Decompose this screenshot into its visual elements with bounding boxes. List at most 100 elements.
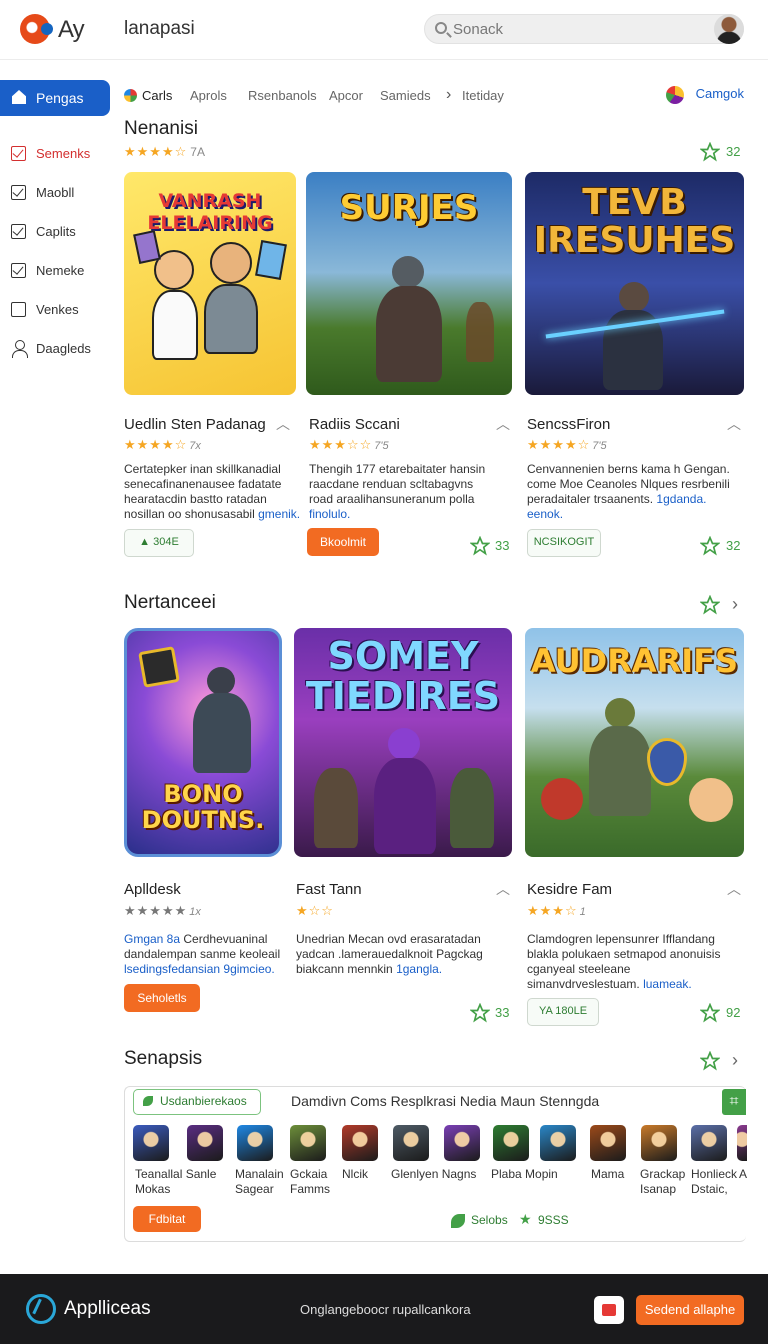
card-link[interactable]: finolulo. bbox=[309, 507, 350, 521]
tab-1[interactable]: Aprols bbox=[190, 88, 227, 103]
rating-text: 7A bbox=[190, 145, 205, 159]
card-link[interactable]: 1gangla. bbox=[396, 962, 442, 976]
card-action-button[interactable]: NCSIKOGIT bbox=[527, 529, 601, 557]
card-title[interactable]: Radiis Sccani bbox=[309, 416, 400, 433]
chevron-up-icon[interactable]: ︿ bbox=[496, 414, 510, 434]
game-icon[interactable] bbox=[737, 1125, 747, 1161]
card-title[interactable]: Uedlin Sten Padanag bbox=[124, 416, 266, 433]
favorite-star-icon[interactable] bbox=[469, 535, 491, 556]
card-action-button[interactable]: ▲ 304E bbox=[124, 529, 194, 557]
favorite-star-icon[interactable] bbox=[469, 1002, 491, 1023]
sidebar-item-label: Maobll bbox=[36, 185, 75, 200]
tab-4[interactable]: Samieds bbox=[380, 88, 431, 103]
sidebar-item-5[interactable]: Daagleds bbox=[0, 335, 112, 363]
rating-stars: ★★★☆☆ bbox=[309, 437, 373, 452]
game-label[interactable]: Glenlyen Nagns bbox=[391, 1167, 481, 1182]
chevron-up-icon[interactable]: ︿ bbox=[496, 879, 510, 899]
panel-footer-link[interactable]: Selobs bbox=[471, 1213, 508, 1227]
sidebar-item-active[interactable]: Pengas bbox=[0, 80, 110, 116]
chevron-right-icon[interactable]: › bbox=[732, 1050, 738, 1071]
app-logo-icon[interactable] bbox=[20, 14, 53, 44]
game-label[interactable]: Plaba Mopin bbox=[491, 1167, 561, 1182]
character-figure bbox=[193, 693, 251, 773]
badge-icon[interactable]: ⌗ bbox=[722, 1089, 746, 1115]
panel-action-button[interactable]: Fdbitat bbox=[133, 1206, 201, 1232]
game-icon[interactable] bbox=[540, 1125, 576, 1161]
game-label[interactable]: Gckaia Famms bbox=[290, 1167, 340, 1197]
tab-0[interactable]: Carls bbox=[142, 88, 172, 103]
favorite-star-icon[interactable] bbox=[699, 1002, 721, 1023]
tab-2[interactable]: Rsenbanols bbox=[248, 88, 317, 103]
filter-chip[interactable]: Usdanbierekaos bbox=[133, 1089, 261, 1115]
rating-text: 7'5 bbox=[592, 440, 607, 452]
rating-stars: ★★★☆ bbox=[527, 903, 578, 918]
game-thumbnail[interactable]: BONO DOUTNS. bbox=[124, 628, 282, 857]
sidebar-item-4[interactable]: Venkes bbox=[0, 296, 112, 324]
category-icon bbox=[124, 89, 137, 102]
game-label[interactable]: A 3 bbox=[739, 1167, 749, 1182]
favorite-star-icon[interactable] bbox=[699, 594, 721, 615]
chevron-up-icon[interactable]: ︿ bbox=[276, 414, 290, 434]
tab-right-link[interactable]: Camgok bbox=[696, 86, 744, 101]
game-label[interactable]: Teanallal Sanle Mokas bbox=[135, 1167, 225, 1197]
character-figure bbox=[388, 728, 420, 760]
game-thumbnail[interactable]: VANRASH ELELAIRING bbox=[124, 172, 296, 395]
game-icon[interactable] bbox=[342, 1125, 378, 1161]
favorite-star-icon[interactable] bbox=[699, 535, 721, 556]
card-rating: ★★★☆☆ 7'5 bbox=[309, 437, 389, 453]
game-icon[interactable] bbox=[393, 1125, 429, 1161]
user-avatar[interactable] bbox=[714, 14, 744, 44]
card-rating: ★★★☆ 1 bbox=[527, 903, 586, 919]
card-link[interactable]: lsedingsfedansian 9gimcieo. bbox=[124, 962, 275, 976]
chevron-up-icon[interactable]: ︿ bbox=[727, 414, 741, 434]
video-icon[interactable] bbox=[594, 1296, 624, 1324]
sidebar-item-3[interactable]: Nemeke bbox=[0, 257, 112, 285]
game-icon[interactable] bbox=[590, 1125, 626, 1161]
card-action-button[interactable]: Bkoolmit bbox=[307, 528, 379, 556]
game-label[interactable]: Mama bbox=[591, 1167, 631, 1182]
chevron-right-icon[interactable]: › bbox=[446, 86, 451, 104]
game-label[interactable]: Manalain Sagear bbox=[235, 1167, 287, 1197]
card-action-button[interactable]: Seholetls bbox=[124, 984, 200, 1012]
card-link[interactable]: gmenik. bbox=[258, 507, 300, 521]
favorite-star-icon[interactable] bbox=[699, 141, 721, 162]
card-link[interactable]: luameak. bbox=[643, 977, 692, 991]
card-link[interactable]: Gmgan 8a bbox=[124, 932, 180, 946]
game-thumbnail[interactable]: AUDRARIFS bbox=[525, 628, 744, 857]
game-icon[interactable] bbox=[290, 1125, 326, 1161]
card-action-button[interactable]: YA 180LE bbox=[527, 998, 599, 1026]
game-icon[interactable] bbox=[187, 1125, 223, 1161]
game-icon[interactable] bbox=[133, 1125, 169, 1161]
tab-current[interactable]: Itetiday bbox=[462, 88, 504, 103]
character-figure bbox=[466, 302, 494, 362]
game-label[interactable]: Honlieck Dstaic, bbox=[691, 1167, 737, 1197]
game-icon[interactable] bbox=[237, 1125, 273, 1161]
sidebar-item-1[interactable]: Maobll bbox=[0, 179, 112, 207]
game-art-title: VANRASH ELELAIRING bbox=[147, 190, 273, 234]
brand-logo-icon[interactable] bbox=[26, 1294, 56, 1324]
game-label[interactable]: Nlcik bbox=[342, 1167, 382, 1182]
search-input[interactable]: Sonack bbox=[424, 14, 744, 44]
game-icon[interactable] bbox=[444, 1125, 480, 1161]
favorite-count: 32 bbox=[726, 538, 741, 553]
footer-cta-button[interactable]: Sedend allaphe bbox=[636, 1295, 744, 1325]
card-title[interactable]: Aplldesk bbox=[124, 881, 181, 898]
card-action-label: 304E bbox=[153, 536, 179, 548]
sidebar-item-2[interactable]: Caplits bbox=[0, 218, 112, 246]
chevron-right-icon[interactable]: › bbox=[732, 594, 738, 615]
card-title[interactable]: SencssFiron bbox=[527, 416, 610, 433]
game-label[interactable]: Grackap Isanap bbox=[640, 1167, 688, 1197]
card-title[interactable]: Kesidre Fam bbox=[527, 881, 612, 898]
game-thumbnail[interactable]: SOMEY TIEDIRES bbox=[294, 628, 512, 857]
top-bar: Ay lanapasi Sonack bbox=[0, 0, 768, 60]
game-icon[interactable] bbox=[641, 1125, 677, 1161]
tab-3[interactable]: Apcor bbox=[329, 88, 363, 103]
game-thumbnail[interactable]: SURJES bbox=[306, 172, 512, 395]
sidebar-item-0[interactable]: Semenks bbox=[0, 140, 112, 168]
game-icon[interactable] bbox=[691, 1125, 727, 1161]
favorite-star-icon[interactable] bbox=[699, 1050, 721, 1071]
game-icon[interactable] bbox=[493, 1125, 529, 1161]
chevron-up-icon[interactable]: ︿ bbox=[727, 879, 741, 899]
card-title[interactable]: Fast Tann bbox=[296, 881, 362, 898]
game-thumbnail[interactable]: TEVB IRESUHES bbox=[525, 172, 744, 395]
